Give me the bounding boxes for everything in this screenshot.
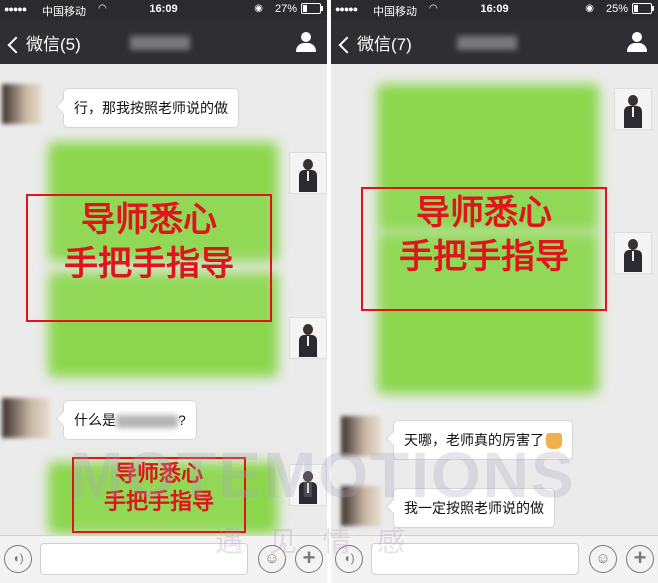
voice-icon[interactable]: ◖)	[335, 545, 363, 573]
battery-percent: 27%	[274, 3, 297, 15]
nav-bar: 微信(7)	[331, 20, 658, 64]
stamp-line: 手把手指导	[103, 490, 214, 515]
contact-name-blurred	[457, 36, 517, 50]
rotation-lock-icon: ◉	[585, 3, 594, 14]
battery-icon	[632, 3, 654, 14]
back-label: 微信(7)	[357, 35, 412, 54]
message-bubble: 行，那我按照老师说的做	[63, 88, 239, 128]
blurred-text	[116, 414, 178, 428]
left-chat-screen: ●●●●● 中国移动 ◠ 16:09 ◉ 27% 微信(5) 行，那我按照老师说…	[0, 0, 327, 583]
battery-icon	[301, 3, 323, 14]
chevron-left-icon	[7, 36, 25, 54]
avatar	[289, 464, 327, 506]
message-bubble: 什么是?	[63, 400, 197, 440]
avatar	[2, 398, 50, 438]
message-input[interactable]	[40, 543, 248, 575]
message-text: 天哪，老师真的厉害了	[404, 432, 544, 448]
stamp-line: 导师悉心	[416, 193, 552, 233]
promo-stamp: 导师悉心 手把手指导	[72, 457, 246, 533]
right-chat-screen: ●●●●● 中国移动 ◠ 16:09 ◉ 25% 微信(7) 导师悉心 手把手指…	[331, 0, 658, 583]
avatar	[341, 486, 381, 526]
plus-icon[interactable]: +	[295, 545, 323, 573]
status-bar: ●●●●● 中国移动 ◠ 16:09 ◉ 27%	[0, 0, 327, 20]
voice-icon[interactable]: ◖)	[4, 545, 32, 573]
stamp-line: 手把手指导	[399, 237, 569, 277]
avatar	[2, 84, 42, 124]
status-bar: ●●●●● 中国移动 ◠ 16:09 ◉ 25%	[331, 0, 658, 20]
back-button[interactable]: 微信(7)	[337, 30, 412, 55]
promo-stamp: 导师悉心 手把手指导	[361, 187, 607, 311]
message-text: ?	[178, 412, 186, 428]
input-bar: ◖) ☺ +	[331, 535, 658, 583]
back-label: 微信(5)	[26, 35, 81, 54]
avatar	[289, 317, 327, 359]
stamp-line: 手把手指导	[64, 244, 234, 284]
message-input[interactable]	[371, 543, 579, 575]
message-bubble: 我一定按照老师说的做	[393, 488, 555, 528]
message-list: 行，那我按照老师说的做 导师悉心 手把手指导 什么是? 导师悉心 手把手指导	[0, 64, 327, 536]
emoji-icon[interactable]: ☺	[258, 545, 286, 573]
message-text: 我一定按照老师说的做	[404, 500, 544, 516]
message-bubble: 天哪，老师真的厉害了	[393, 420, 573, 460]
contact-name-blurred	[130, 36, 190, 50]
back-button[interactable]: 微信(5)	[6, 30, 81, 55]
stamp-line: 导师悉心	[114, 462, 203, 487]
avatar	[614, 88, 652, 130]
avatar	[341, 416, 381, 456]
message-text: 什么是	[74, 412, 116, 428]
message-list: 导师悉心 手把手指导 天哪，老师真的厉害了 我一定按照老师说的做	[331, 64, 658, 536]
message-text: 行，那我按照老师说的做	[74, 100, 228, 116]
plus-icon[interactable]: +	[626, 545, 654, 573]
nav-bar: 微信(5)	[0, 20, 327, 64]
emoji-icon[interactable]: ☺	[589, 545, 617, 573]
promo-stamp: 导师悉心 手把手指导	[26, 194, 272, 322]
thumbs-up-icon	[546, 433, 562, 450]
chevron-left-icon	[338, 36, 356, 54]
avatar	[614, 232, 652, 274]
contact-icon[interactable]	[626, 32, 648, 52]
rotation-lock-icon: ◉	[254, 3, 263, 14]
stamp-line: 导师悉心	[81, 200, 217, 240]
contact-icon[interactable]	[295, 32, 317, 52]
battery-percent: 25%	[605, 3, 628, 15]
input-bar: ◖) ☺ +	[0, 535, 327, 583]
avatar	[289, 152, 327, 194]
